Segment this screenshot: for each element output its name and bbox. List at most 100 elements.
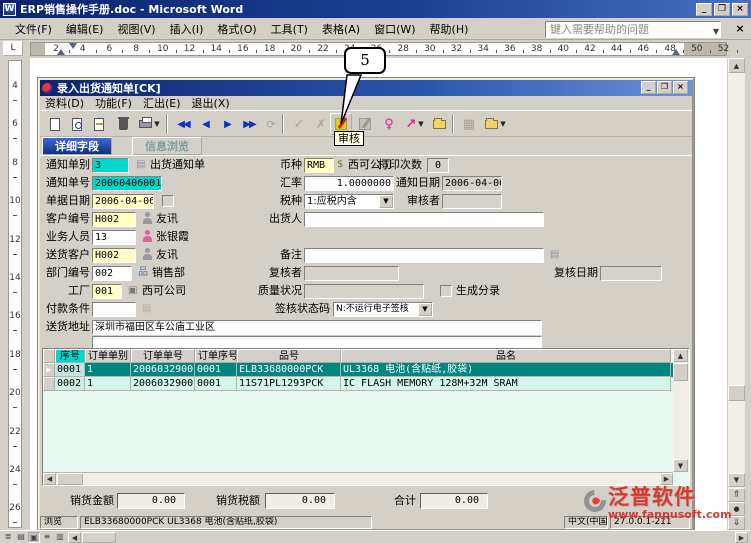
reading-view-icon[interactable]: ▥ bbox=[54, 532, 66, 543]
scroll-left-icon[interactable]: ◀ bbox=[68, 532, 81, 543]
hanging-indent-marker[interactable] bbox=[57, 49, 65, 55]
scroll-down-icon[interactable]: ▼ bbox=[728, 473, 745, 487]
nav-prev-button[interactable]: ◀ bbox=[194, 113, 216, 135]
trend-dropdown[interactable]: ▼ bbox=[416, 113, 426, 135]
rate-field[interactable]: 1.0000000 bbox=[304, 176, 394, 191]
doc-date-field[interactable]: 2006-04-06 bbox=[92, 194, 154, 209]
chevron-down-icon[interactable]: ▼ bbox=[379, 195, 393, 208]
person-icon[interactable] bbox=[142, 248, 153, 260]
scroll-thumb[interactable] bbox=[82, 532, 116, 543]
doc-date-checkbox[interactable] bbox=[162, 195, 174, 207]
scroll-thumb[interactable] bbox=[728, 385, 745, 401]
erp-menu-function[interactable]: 功能(F) bbox=[90, 95, 138, 111]
close-document-icon[interactable]: × bbox=[733, 22, 747, 36]
person-icon[interactable] bbox=[142, 212, 153, 224]
table-horizontal-scrollbar[interactable]: ◀ ▶ bbox=[43, 472, 673, 485]
menu-insert[interactable]: 插入(I) bbox=[163, 18, 211, 40]
table-row[interactable]: 0002 1 20060329003 0001 11S71PL1293PCK I… bbox=[43, 377, 673, 391]
delete-button[interactable] bbox=[112, 113, 134, 135]
chevron-down-icon[interactable]: ▼ bbox=[713, 24, 719, 39]
shipper-field[interactable] bbox=[304, 212, 544, 227]
scroll-thumb[interactable] bbox=[673, 363, 688, 381]
sign-status-select[interactable]: N:不运行电子签核▼ bbox=[333, 302, 433, 317]
menu-window[interactable]: 窗口(W) bbox=[367, 18, 422, 40]
folder-button[interactable] bbox=[428, 113, 450, 135]
col-order-type[interactable]: 订单单别 bbox=[85, 349, 131, 363]
menu-format[interactable]: 格式(O) bbox=[210, 18, 263, 40]
edit-button[interactable] bbox=[88, 113, 110, 135]
menu-help[interactable]: 帮助(H) bbox=[423, 18, 476, 40]
org-icon[interactable]: 品 bbox=[138, 266, 148, 280]
preview-button[interactable] bbox=[66, 113, 88, 135]
delivery-customer-field[interactable]: H002 bbox=[92, 248, 136, 263]
close-button[interactable]: × bbox=[732, 3, 748, 16]
nav-next-button[interactable]: ▶ bbox=[216, 113, 238, 135]
chevron-down-icon[interactable]: ▼ bbox=[418, 303, 432, 316]
scroll-left-icon[interactable]: ◀ bbox=[43, 473, 56, 485]
print-layout-icon[interactable]: ▣ bbox=[28, 532, 40, 543]
factory-field[interactable]: 001 bbox=[92, 284, 122, 299]
address-field[interactable]: 深圳市福田区车公庙工业区 bbox=[92, 320, 542, 335]
ruler-number: 10 bbox=[9, 196, 21, 206]
nav-last-button[interactable]: ▶▶ bbox=[238, 113, 260, 135]
menu-tools[interactable]: 工具(T) bbox=[264, 18, 315, 40]
menu-edit[interactable]: 编辑(E) bbox=[59, 18, 111, 40]
word-vertical-scrollbar[interactable]: ▲ ▼ ⇑ ● ⇓ bbox=[728, 58, 745, 530]
new-button[interactable] bbox=[44, 113, 66, 135]
menu-table[interactable]: 表格(A) bbox=[315, 18, 367, 40]
restore-button[interactable]: ❐ bbox=[714, 3, 730, 16]
factory-icon[interactable]: ▣ bbox=[128, 284, 137, 298]
normal-view-icon[interactable]: ≣ bbox=[2, 532, 14, 543]
dept-field[interactable]: 002 bbox=[92, 266, 132, 281]
confirm-button[interactable]: ✓ bbox=[288, 113, 310, 135]
web-layout-icon[interactable]: ▤ bbox=[15, 532, 27, 543]
col-item-no[interactable]: 品号 bbox=[237, 349, 341, 363]
erp-menu-data[interactable]: 资料(D) bbox=[40, 95, 90, 111]
scroll-down-icon[interactable]: ▼ bbox=[673, 459, 688, 472]
void-button[interactable]: ♀ bbox=[378, 113, 400, 135]
erp-close-button[interactable]: × bbox=[673, 81, 688, 94]
col-item-name[interactable]: 品名 bbox=[341, 349, 671, 363]
erp-menu-exit[interactable]: 退出(X) bbox=[187, 95, 236, 111]
col-order-no[interactable]: 订单单号 bbox=[131, 349, 195, 363]
help-question-input[interactable]: 键入需要帮助的问题 ▼ bbox=[545, 21, 721, 38]
erp-minimize-button[interactable]: _ bbox=[641, 81, 656, 94]
payment-field[interactable] bbox=[92, 302, 136, 317]
menu-file[interactable]: 文件(F) bbox=[8, 18, 59, 40]
person-icon[interactable] bbox=[142, 230, 153, 242]
right-indent-marker[interactable] bbox=[672, 49, 680, 55]
erp-menu-export[interactable]: 汇出(E) bbox=[138, 95, 187, 111]
refresh-button[interactable]: ⟳ bbox=[260, 113, 282, 135]
customer-field[interactable]: H002 bbox=[92, 212, 136, 227]
first-line-indent-marker[interactable] bbox=[69, 43, 77, 49]
notice-type-field[interactable]: 3 bbox=[92, 158, 129, 173]
outline-view-icon[interactable]: ≡ bbox=[41, 532, 53, 543]
print-dropdown[interactable]: ▼ bbox=[152, 113, 162, 135]
scroll-right-icon[interactable]: ▶ bbox=[660, 473, 673, 485]
note-icon[interactable]: ▤ bbox=[550, 248, 559, 262]
col-seq[interactable]: 序号 bbox=[55, 349, 85, 363]
table-row[interactable]: ▶ 0001 1 20060329002 0001 ELB33680000PCK… bbox=[43, 363, 673, 377]
table-vertical-scrollbar[interactable]: ▲ ▼ bbox=[673, 349, 689, 472]
scroll-right-icon[interactable]: ▶ bbox=[735, 532, 748, 543]
tab-info-browse[interactable]: 信息浏览 bbox=[132, 137, 202, 155]
scroll-up-icon[interactable]: ▲ bbox=[673, 349, 688, 362]
erp-restore-button[interactable]: ❐ bbox=[657, 81, 672, 94]
scroll-up-icon[interactable]: ▲ bbox=[728, 58, 745, 73]
grid-button[interactable]: ▦ bbox=[458, 113, 480, 135]
minimize-button[interactable]: _ bbox=[696, 3, 712, 16]
tab-detail-fields[interactable]: 详细字段 bbox=[42, 137, 112, 155]
import-dropdown[interactable]: ▼ bbox=[498, 113, 508, 135]
col-order-seq[interactable]: 订单序号 bbox=[195, 349, 237, 363]
tax-select[interactable]: 1:应税内含▼ bbox=[304, 194, 394, 209]
menu-view[interactable]: 视图(V) bbox=[110, 18, 162, 40]
tab-stop-selector[interactable]: L bbox=[3, 41, 23, 56]
auditor-label: 审核者 bbox=[396, 194, 440, 208]
notice-no-field[interactable]: 20060406001 bbox=[92, 176, 162, 191]
salesperson-field[interactable]: 13 bbox=[92, 230, 136, 245]
gen-entry-checkbox[interactable] bbox=[440, 285, 452, 297]
currency-field[interactable]: RMB bbox=[304, 158, 334, 173]
remark-field[interactable] bbox=[304, 248, 544, 263]
scroll-thumb[interactable] bbox=[57, 473, 83, 485]
nav-first-button[interactable]: ◀◀ bbox=[172, 113, 194, 135]
